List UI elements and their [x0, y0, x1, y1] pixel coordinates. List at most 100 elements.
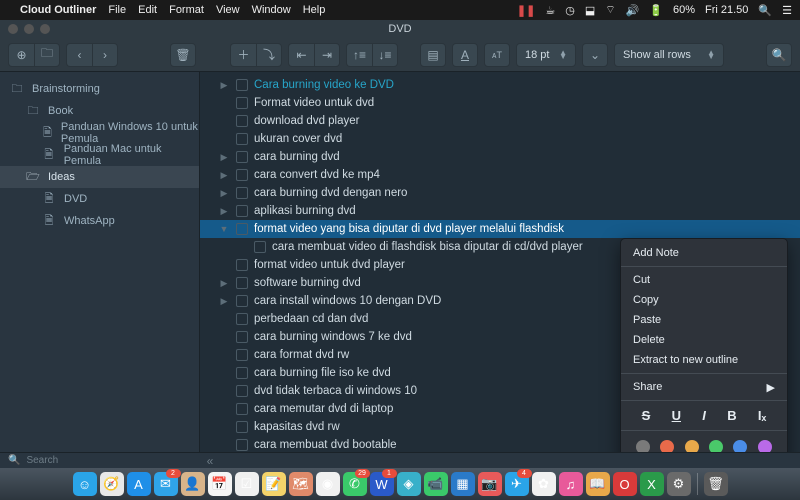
outline-text[interactable]: kapasitas dvd rw: [254, 421, 340, 433]
dock-telegram-icon[interactable]: ✈: [505, 472, 529, 496]
dock-safari-icon[interactable]: 🧭: [100, 472, 124, 496]
dock-maps-icon[interactable]: 🗺: [289, 472, 313, 496]
color-swatch[interactable]: [709, 440, 723, 452]
timer-icon[interactable]: ◷: [565, 4, 575, 17]
outline-text[interactable]: cara burning file iso ke dvd: [254, 367, 391, 379]
dock-excel-icon[interactable]: X: [640, 472, 664, 496]
checkbox[interactable]: [236, 133, 248, 145]
checkbox[interactable]: [254, 241, 266, 253]
menu-file[interactable]: File: [108, 4, 126, 16]
checkbox[interactable]: [236, 169, 248, 181]
checkbox[interactable]: [236, 295, 248, 307]
context-menu-item[interactable]: Cut: [621, 270, 787, 290]
checkbox[interactable]: [236, 385, 248, 397]
disclosure-arrow[interactable]: ▶: [218, 206, 230, 217]
dock-mail-icon[interactable]: ✉: [154, 472, 178, 496]
sidebar-item[interactable]: 🗀Brainstorming: [0, 78, 199, 100]
outline-text[interactable]: cara membuat video di flashdisk bisa dip…: [272, 241, 583, 253]
outline-row[interactable]: ▼ format video yang bisa diputar di dvd p…: [200, 220, 800, 238]
notification-center-icon[interactable]: ☰: [782, 4, 792, 17]
outline-row[interactable]: ▶cara burning dvd dengan nero: [200, 184, 800, 202]
format-b-button[interactable]: B: [727, 408, 736, 423]
color-swatch[interactable]: [758, 440, 772, 452]
back-button[interactable]: ‹: [66, 43, 92, 67]
pause-icon[interactable]: ❚❚: [517, 4, 535, 17]
format-iₓ-button[interactable]: Iₓ: [758, 408, 766, 423]
delete-button[interactable]: 🗑: [170, 43, 196, 67]
dropbox-icon[interactable]: ⬓: [585, 4, 595, 17]
dock-photobooth-icon[interactable]: 📷: [478, 472, 502, 496]
context-menu-item[interactable]: Add Note: [621, 243, 787, 263]
sidebar-search[interactable]: 🔍 Search: [0, 453, 200, 469]
color-swatch[interactable]: [660, 440, 674, 452]
outdent-button[interactable]: ⇤: [288, 43, 314, 67]
app-name[interactable]: Cloud Outliner: [20, 4, 96, 16]
sidebar-item[interactable]: 🗎Panduan Mac untuk Pemula: [0, 144, 199, 166]
menu-view[interactable]: View: [216, 4, 240, 16]
coffee-icon[interactable]: ☕︎: [545, 4, 555, 17]
sidebar-item[interactable]: 🗁Ideas: [0, 166, 199, 188]
checkbox[interactable]: [236, 331, 248, 343]
note-button[interactable]: ▤: [420, 43, 446, 67]
forward-button[interactable]: ›: [92, 43, 118, 67]
dock-itunes-icon[interactable]: ♫: [559, 472, 583, 496]
menu-window[interactable]: Window: [252, 4, 291, 16]
dock-contacts-icon[interactable]: 👤: [181, 472, 205, 496]
checkbox[interactable]: [236, 151, 248, 163]
checkbox[interactable]: [236, 97, 248, 109]
minimize-control[interactable]: [24, 24, 34, 34]
checkbox[interactable]: [236, 79, 248, 91]
checkbox[interactable]: [236, 313, 248, 325]
checkbox[interactable]: [236, 277, 248, 289]
dock-calendar-icon[interactable]: 📅: [208, 472, 232, 496]
checkbox[interactable]: [236, 349, 248, 361]
close-control[interactable]: [8, 24, 18, 34]
outline-text[interactable]: dvd tidak terbaca di windows 10: [254, 385, 417, 397]
checkbox[interactable]: [236, 439, 248, 451]
dock-word-icon[interactable]: W: [370, 472, 394, 496]
add-item-button[interactable]: ＋: [230, 43, 256, 67]
outline-row[interactable]: ▶cara convert dvd ke mp4: [200, 166, 800, 184]
format-u-button[interactable]: U: [672, 408, 681, 423]
menu-edit[interactable]: Edit: [138, 4, 157, 16]
context-menu-item[interactable]: Delete: [621, 330, 787, 350]
clock[interactable]: Fri 21.50: [705, 4, 748, 16]
dock-sysprefs-icon[interactable]: ⚙: [667, 472, 691, 496]
context-menu-item[interactable]: Paste: [621, 310, 787, 330]
outline-row[interactable]: ▶ aplikasi burning dvd: [200, 202, 800, 220]
outline-row[interactable]: ▶Cara burning video ke DVD: [200, 76, 800, 94]
checkbox[interactable]: [236, 115, 248, 127]
checkbox[interactable]: [236, 421, 248, 433]
dock-opera-icon[interactable]: O: [613, 472, 637, 496]
color-button[interactable]: A: [452, 43, 478, 67]
outline-text[interactable]: format video yang bisa diputar di dvd pl…: [254, 223, 564, 235]
outline-text[interactable]: ukuran cover dvd: [254, 133, 342, 145]
search-button[interactable]: 🔍: [766, 43, 792, 67]
collapse-sidebar-button[interactable]: «: [200, 454, 220, 468]
disclosure-arrow[interactable]: ▶: [218, 278, 230, 289]
color-swatch[interactable]: [733, 440, 747, 452]
sidebar-item[interactable]: 🗎WhatsApp: [0, 210, 199, 232]
disclosure-arrow[interactable]: ▶: [218, 152, 230, 163]
format-i-button[interactable]: I: [702, 408, 706, 423]
zoom-control[interactable]: [40, 24, 50, 34]
sidebar-item[interactable]: 🗎Panduan Windows 10 untuk Pemula: [0, 122, 199, 144]
outline-text[interactable]: cara convert dvd ke mp4: [254, 169, 380, 181]
dock-outliner-icon[interactable]: ◈: [397, 472, 421, 496]
checkbox[interactable]: [236, 187, 248, 199]
checkbox[interactable]: [236, 403, 248, 415]
volume-icon[interactable]: 🔊: [626, 4, 640, 17]
context-menu-item[interactable]: Copy: [621, 290, 787, 310]
show-select[interactable]: Show all rows▲▼: [614, 43, 724, 67]
move-up-button[interactable]: ↑≡: [346, 43, 372, 67]
outline-text[interactable]: aplikasi burning dvd: [254, 205, 356, 217]
disclosure-arrow[interactable]: ▼: [218, 224, 230, 234]
dock-whatsapp-icon[interactable]: ✆: [343, 472, 367, 496]
dock-finder-icon[interactable]: ☺: [73, 472, 97, 496]
sidebar-item[interactable]: 🗎DVD: [0, 188, 199, 210]
dock-facetime-icon[interactable]: 📹: [424, 472, 448, 496]
dock-bin-icon[interactable]: 🗑: [704, 472, 728, 496]
new-doc-button[interactable]: ⊕: [8, 43, 34, 67]
checkbox[interactable]: [236, 223, 248, 235]
outline-text[interactable]: format video untuk dvd player: [254, 259, 405, 271]
